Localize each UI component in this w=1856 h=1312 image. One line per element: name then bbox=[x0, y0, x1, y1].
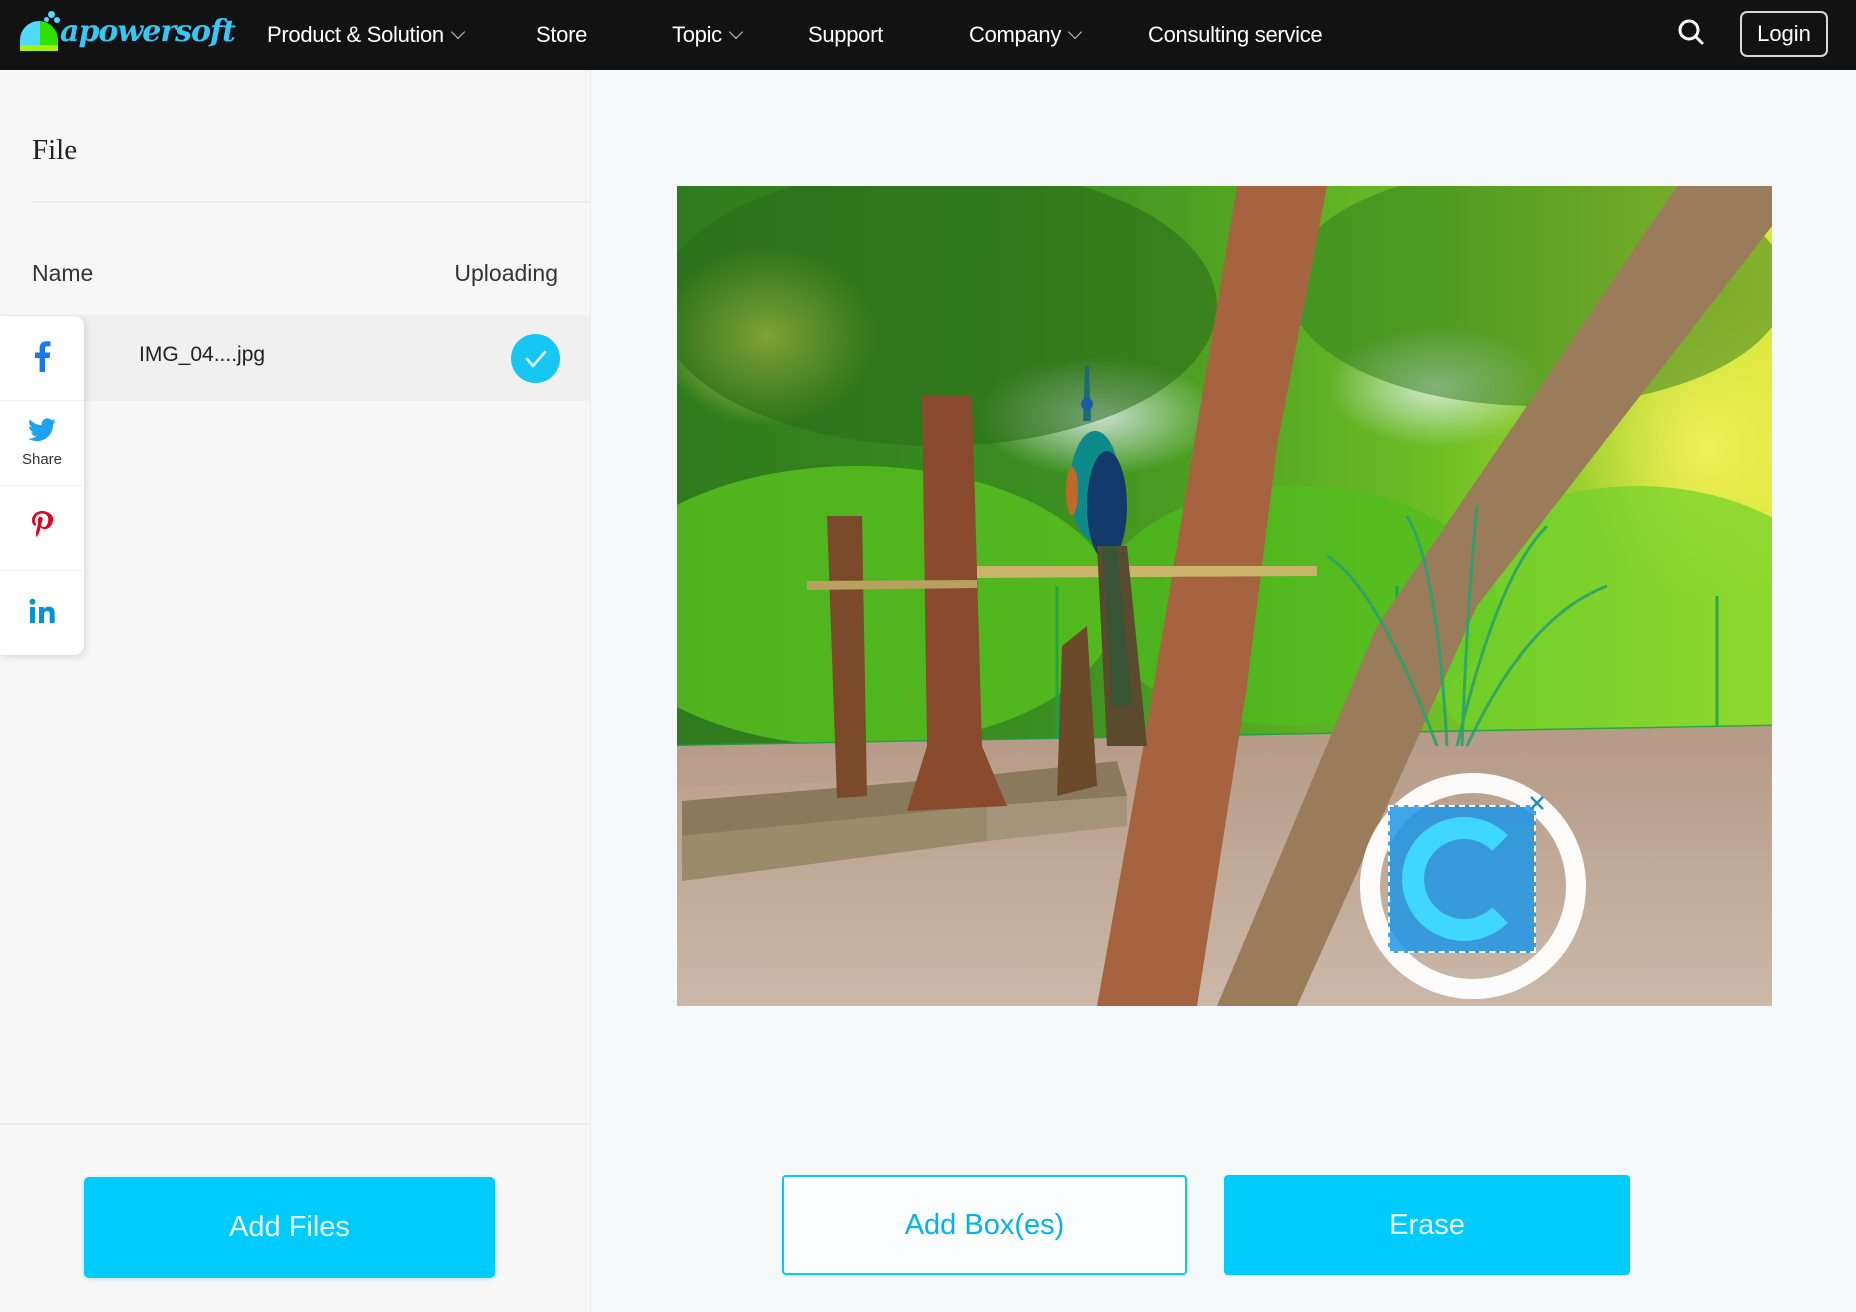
nav-consulting-service[interactable]: Consulting service bbox=[1148, 0, 1323, 70]
share-pinterest[interactable] bbox=[0, 486, 84, 571]
search-icon[interactable] bbox=[1676, 18, 1706, 48]
erase-button[interactable]: Erase bbox=[1224, 1175, 1630, 1275]
twitter-icon bbox=[28, 418, 56, 447]
social-share-bar: Share bbox=[0, 316, 84, 655]
chevron-down-icon bbox=[1067, 24, 1083, 40]
pinterest-icon bbox=[31, 510, 54, 546]
add-files-button[interactable]: Add Files bbox=[84, 1177, 495, 1278]
chevron-down-icon bbox=[450, 24, 465, 40]
login-button[interactable]: Login bbox=[1740, 11, 1828, 57]
nav-company[interactable]: Company bbox=[969, 0, 1083, 70]
logo-text: apowersoft bbox=[60, 13, 236, 49]
nav-support[interactable]: Support bbox=[808, 0, 883, 70]
column-header-name: Name bbox=[32, 260, 94, 286]
share-facebook[interactable] bbox=[0, 316, 84, 401]
divider bbox=[0, 1123, 590, 1125]
nav-topic[interactable]: Topic bbox=[672, 0, 743, 70]
share-label: Share bbox=[21, 451, 63, 468]
file-name: IMG_04....jpg bbox=[139, 343, 266, 366]
nav-label: Topic bbox=[672, 22, 722, 47]
editor-image[interactable] bbox=[677, 186, 1772, 1006]
photo-scene bbox=[677, 186, 1772, 1006]
nav-label: Support bbox=[808, 22, 883, 47]
top-nav: apowersoft Product & Solution Store Topi… bbox=[0, 0, 1856, 70]
file-panel-title: File bbox=[32, 134, 78, 166]
nav-store[interactable]: Store bbox=[536, 0, 587, 70]
add-boxes-button[interactable]: Add Box(es) bbox=[782, 1175, 1187, 1275]
nav-label: Consulting service bbox=[1148, 22, 1323, 47]
share-linkedin[interactable] bbox=[0, 571, 84, 656]
facebook-icon bbox=[33, 340, 51, 377]
close-icon[interactable] bbox=[1527, 793, 1547, 813]
file-panel: File Name Uploading IMG_04....jpg Add Fi… bbox=[0, 70, 591, 1312]
chevron-down-icon bbox=[728, 24, 743, 40]
nav-label: Store bbox=[536, 22, 588, 47]
selection-box[interactable] bbox=[1388, 805, 1536, 953]
linkedin-icon bbox=[29, 598, 55, 629]
nav-product-solution[interactable]: Product & Solution bbox=[267, 0, 465, 70]
divider bbox=[32, 201, 591, 203]
column-header-uploading: Uploading bbox=[454, 260, 558, 286]
share-twitter[interactable]: Share bbox=[0, 401, 84, 486]
check-circle-icon bbox=[511, 334, 560, 383]
file-row[interactable]: IMG_04....jpg bbox=[0, 315, 590, 401]
apowersoft-logo[interactable]: apowersoft bbox=[18, 6, 236, 56]
nav-label: Company bbox=[969, 22, 1062, 47]
nav-label: Product & Solution bbox=[267, 22, 444, 47]
watermark-c-icon bbox=[1402, 817, 1526, 941]
logo-icon bbox=[18, 11, 60, 51]
